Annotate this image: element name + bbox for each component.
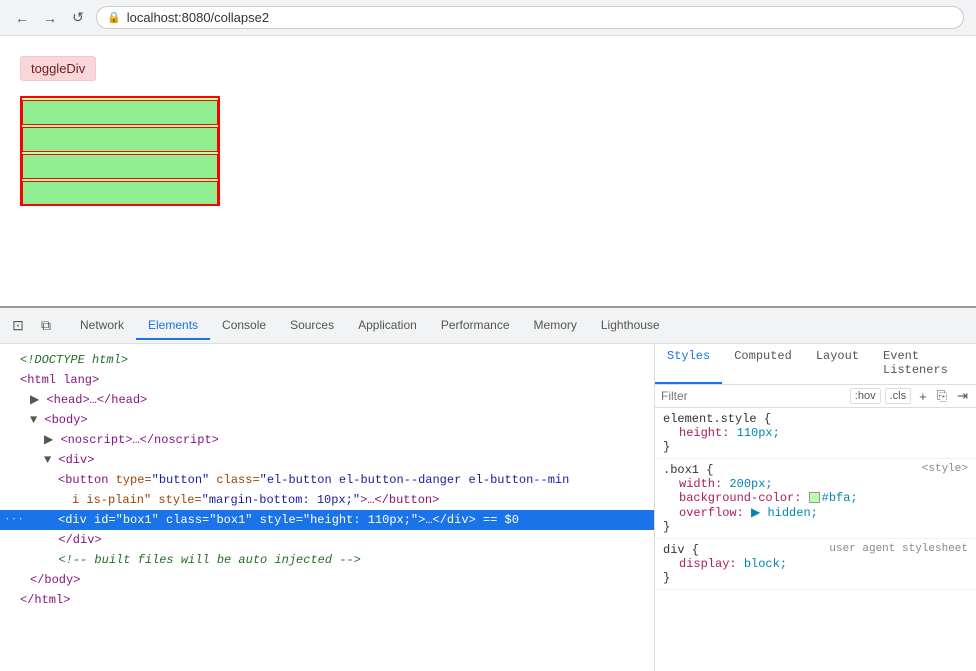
inner-row-1 xyxy=(22,100,218,125)
dom-html: <html lang> xyxy=(0,370,654,390)
div-prop-display: display: block; xyxy=(663,557,968,571)
copy-styles-button[interactable]: ⎘ xyxy=(935,388,949,404)
styles-subtab-styles[interactable]: Styles xyxy=(655,344,722,384)
devtools-icon-group: ⊡ ⧉ xyxy=(6,314,58,338)
tab-console[interactable]: Console xyxy=(210,312,278,340)
toggle-div-button[interactable]: toggleDiv xyxy=(20,56,96,81)
dom-body-open: ▼ <body> xyxy=(0,410,654,430)
tab-performance[interactable]: Performance xyxy=(429,312,522,340)
doctype-text: <!DOCTYPE html> xyxy=(20,353,128,367)
dom-div-close: </div> xyxy=(0,530,654,550)
device-toggle-button[interactable]: ⧉ xyxy=(34,314,58,338)
styles-subtab-event-listeners[interactable]: Event Listeners xyxy=(871,344,976,384)
lock-icon: 🔒 xyxy=(107,11,121,24)
devtools-body: <!DOCTYPE html> <html lang> ▶ <head>…</h… xyxy=(0,344,976,671)
box1 xyxy=(20,96,220,206)
inner-row-4 xyxy=(22,181,218,206)
expand-styles-button[interactable]: ⇥ xyxy=(955,388,970,404)
div-selector-line: div { user agent stylesheet xyxy=(663,543,968,557)
element-style-selector: element.style { xyxy=(663,412,968,426)
styles-panel: Styles Computed Layout Event Listeners :… xyxy=(655,344,976,671)
elements-panel[interactable]: <!DOCTYPE html> <html lang> ▶ <head>…</h… xyxy=(0,344,655,671)
inspect-element-button[interactable]: ⊡ xyxy=(6,314,30,338)
dom-noscript: ▶ <noscript>…</noscript> xyxy=(0,430,654,450)
element-style-rule: element.style { height: 110px; } xyxy=(655,408,976,459)
inner-row-3 xyxy=(22,154,218,179)
dom-doctype: <!DOCTYPE html> xyxy=(0,350,654,370)
styles-filter-bar: :hov .cls + ⎘ ⇥ xyxy=(655,385,976,408)
tab-network[interactable]: Network xyxy=(68,312,136,340)
tab-sources[interactable]: Sources xyxy=(278,312,346,340)
styles-subtabs: Styles Computed Layout Event Listeners xyxy=(655,344,976,385)
dom-div-open: ▼ <div> xyxy=(0,450,654,470)
tab-application[interactable]: Application xyxy=(346,312,429,340)
tab-memory[interactable]: Memory xyxy=(522,312,589,340)
styles-filter-input[interactable] xyxy=(661,389,844,403)
forward-button[interactable]: → xyxy=(40,8,60,28)
hov-cls-buttons: :hov .cls xyxy=(850,388,911,404)
div-ua-style-rule: div { user agent stylesheet display: blo… xyxy=(655,539,976,590)
tab-lighthouse[interactable]: Lighthouse xyxy=(589,312,672,340)
dom-button: <button type="button" class="el-button e… xyxy=(0,470,654,490)
element-style-close: } xyxy=(663,440,968,454)
url-text: localhost:8080/collapse2 xyxy=(127,10,269,25)
devtools-panel: ⊡ ⧉ Network Elements Console Sources App… xyxy=(0,306,976,671)
tab-elements[interactable]: Elements xyxy=(136,312,210,340)
dom-button-cont: i is-plain" style="margin-bottom: 10px;"… xyxy=(0,490,654,510)
cls-button[interactable]: .cls xyxy=(885,388,912,404)
back-button[interactable]: ← xyxy=(12,8,32,28)
inner-row-2 xyxy=(22,127,218,152)
box1-style-rule: .box1 { <style> width: 200px; background… xyxy=(655,459,976,539)
reload-button[interactable]: ↺ xyxy=(68,8,88,28)
styles-subtab-computed[interactable]: Computed xyxy=(722,344,804,384)
element-style-prop1: height: 110px; xyxy=(663,426,968,440)
dom-comment: <!-- built files will be auto injected -… xyxy=(0,550,654,570)
add-style-button[interactable]: + xyxy=(917,389,929,404)
three-dots-icon: ··· xyxy=(4,511,24,529)
box1-close: } xyxy=(663,520,968,534)
address-bar[interactable]: 🔒 localhost:8080/collapse2 xyxy=(96,6,964,29)
styles-subtab-layout[interactable]: Layout xyxy=(804,344,871,384)
dom-box1[interactable]: ··· <div id="box1" class="box1" style="h… xyxy=(0,510,654,530)
dom-html-close: </html> xyxy=(0,590,654,610)
hov-button[interactable]: :hov xyxy=(850,388,881,404)
box1-prop-width: width: 200px; xyxy=(663,477,968,491)
dom-head: ▶ <head>…</head> xyxy=(0,390,654,410)
devtools-tabs-bar: ⊡ ⧉ Network Elements Console Sources App… xyxy=(0,308,976,344)
box1-prop-bg: background-color: #bfa; xyxy=(663,491,968,505)
browser-chrome: ← → ↺ 🔒 localhost:8080/collapse2 xyxy=(0,0,976,36)
div-close: } xyxy=(663,571,968,585)
dom-body-close: </body> xyxy=(0,570,654,590)
page-content: toggleDiv xyxy=(0,36,976,306)
box1-prop-overflow: overflow: ▶ hidden; xyxy=(663,505,968,520)
box1-selector-line: .box1 { <style> xyxy=(663,463,968,477)
